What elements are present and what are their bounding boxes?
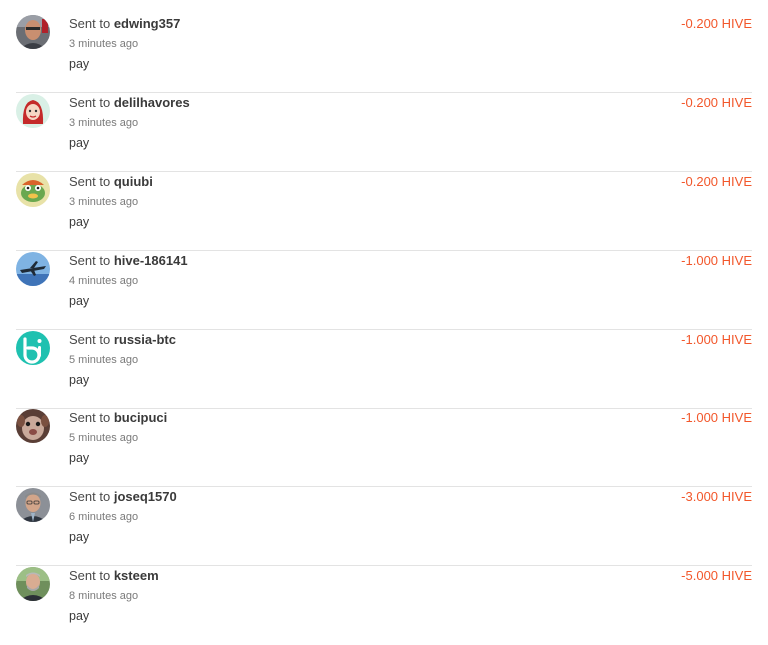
user-avatar-icon[interactable]	[16, 567, 50, 601]
transfer-time[interactable]: 8 minutes ago	[69, 589, 138, 603]
transfer-prefix: Sent to	[69, 174, 111, 189]
transfer-description: Sent to edwing357	[69, 16, 180, 32]
transfer-row: Sent to delilhavores 3 minutes ago pay -…	[16, 94, 752, 172]
user-avatar-icon[interactable]	[16, 173, 50, 207]
transfer-memo: pay	[69, 530, 90, 544]
transfer-row: Sent to joseq1570 6 minutes ago pay -3.0…	[16, 488, 752, 566]
transfer-amount: -0.200 HIVE	[681, 174, 752, 189]
recipient-link[interactable]: hive-186141	[114, 253, 188, 268]
transfer-time[interactable]: 3 minutes ago	[69, 195, 138, 209]
user-avatar-icon[interactable]	[16, 252, 50, 286]
transfer-prefix: Sent to	[69, 253, 111, 268]
transfer-prefix: Sent to	[69, 16, 111, 31]
transfer-amount: -0.200 HIVE	[681, 95, 752, 110]
transfer-row: Sent to hive-186141 4 minutes ago pay -1…	[16, 252, 752, 330]
recipient-link[interactable]: russia-btc	[114, 332, 176, 347]
transfer-row: Sent to quiubi 3 minutes ago pay -0.200 …	[16, 173, 752, 251]
transfer-prefix: Sent to	[69, 410, 111, 425]
transfer-description: Sent to russia-btc	[69, 332, 176, 348]
transfer-memo: pay	[69, 57, 90, 71]
transfer-time[interactable]: 5 minutes ago	[69, 431, 138, 445]
transfer-amount: -1.000 HIVE	[681, 253, 752, 268]
transfer-description: Sent to hive-186141	[69, 253, 188, 269]
transfer-memo: pay	[69, 215, 90, 229]
transfer-description: Sent to joseq1570	[69, 489, 177, 505]
transfer-amount: -0.200 HIVE	[681, 16, 752, 31]
transfer-prefix: Sent to	[69, 332, 111, 347]
transfer-time[interactable]: 3 minutes ago	[69, 116, 138, 130]
transfer-time[interactable]: 4 minutes ago	[69, 274, 138, 288]
transfer-row: Sent to edwing357 3 minutes ago pay -0.2…	[16, 15, 752, 93]
transfer-amount: -3.000 HIVE	[681, 489, 752, 504]
recipient-link[interactable]: ksteem	[114, 568, 159, 583]
transfer-prefix: Sent to	[69, 568, 111, 583]
transfer-description: Sent to delilhavores	[69, 95, 190, 111]
transfer-time[interactable]: 3 minutes ago	[69, 37, 138, 51]
transfer-amount: -5.000 HIVE	[681, 568, 752, 583]
user-avatar-icon[interactable]	[16, 488, 50, 522]
transfer-memo: pay	[69, 609, 90, 623]
transfer-description: Sent to ksteem	[69, 568, 159, 584]
transfer-time[interactable]: 6 minutes ago	[69, 510, 138, 524]
transfer-row: Sent to ksteem 8 minutes ago pay -5.000 …	[16, 567, 752, 645]
recipient-link[interactable]: joseq1570	[114, 489, 177, 504]
transfer-memo: pay	[69, 373, 90, 387]
recipient-link[interactable]: quiubi	[114, 174, 153, 189]
user-avatar-icon[interactable]	[16, 409, 50, 443]
transfer-memo: pay	[69, 451, 90, 465]
transfer-description: Sent to bucipuci	[69, 410, 167, 426]
recipient-link[interactable]: bucipuci	[114, 410, 167, 425]
transfer-memo: pay	[69, 294, 90, 308]
recipient-link[interactable]: delilhavores	[114, 95, 190, 110]
transfer-memo: pay	[69, 136, 90, 150]
user-avatar-icon[interactable]	[16, 15, 50, 49]
transfer-amount: -1.000 HIVE	[681, 410, 752, 425]
recipient-link[interactable]: edwing357	[114, 16, 180, 31]
user-avatar-icon[interactable]	[16, 331, 50, 365]
transfer-description: Sent to quiubi	[69, 174, 153, 190]
transfer-row: Sent to russia-btc 5 minutes ago pay -1.…	[16, 331, 752, 409]
transfer-prefix: Sent to	[69, 95, 111, 110]
transfer-time[interactable]: 5 minutes ago	[69, 353, 138, 367]
transfer-row: Sent to bucipuci 5 minutes ago pay -1.00…	[16, 409, 752, 487]
user-avatar-icon[interactable]	[16, 94, 50, 128]
transfer-amount: -1.000 HIVE	[681, 332, 752, 347]
transfer-prefix: Sent to	[69, 489, 111, 504]
